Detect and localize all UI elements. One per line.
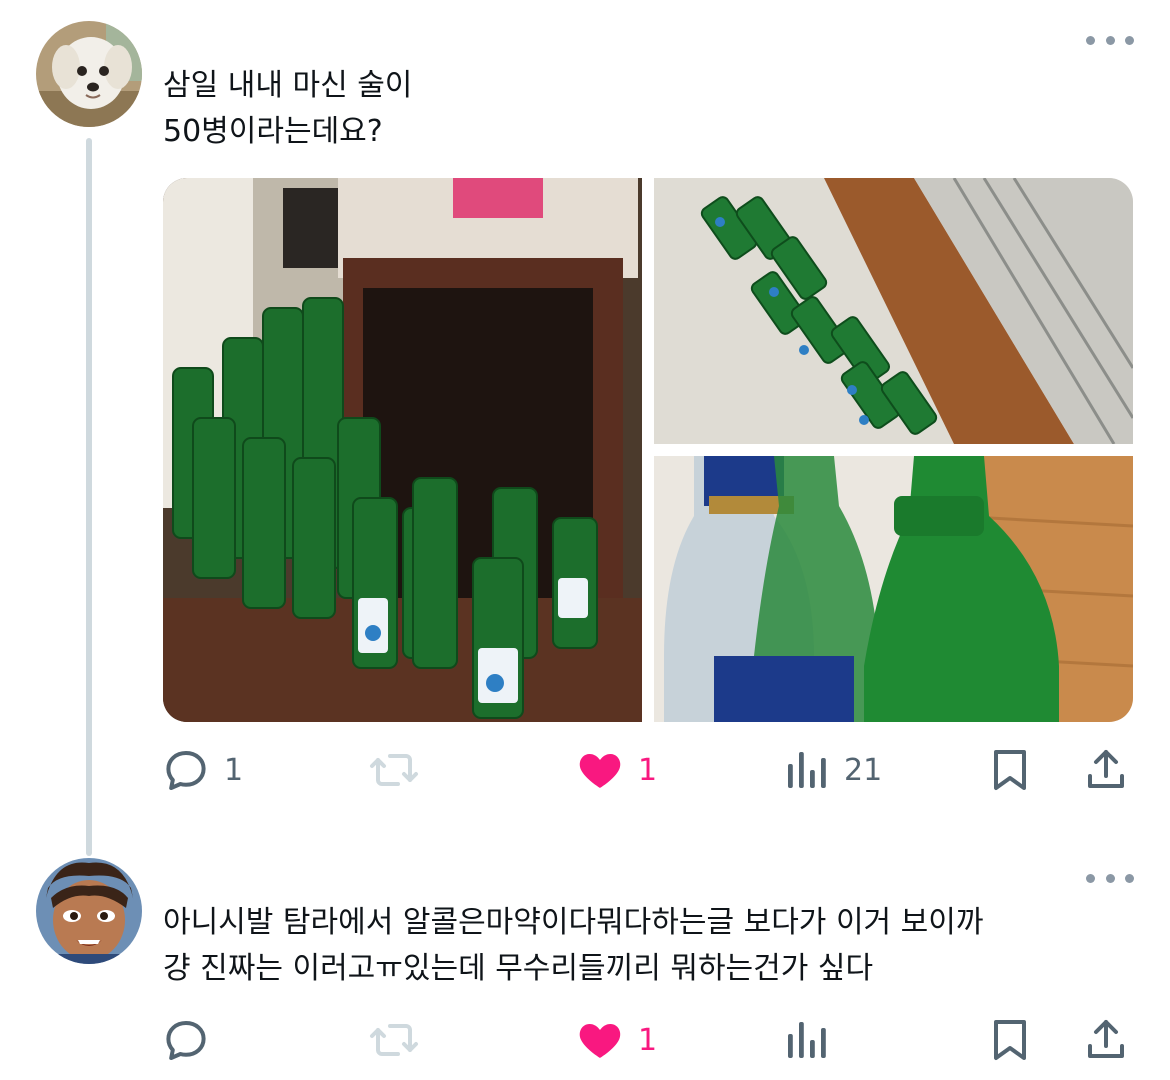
photo-bottles-on-floor[interactable] [654, 178, 1133, 444]
bookmark-button-2[interactable] [986, 1010, 1034, 1070]
avatar-dog[interactable] [36, 21, 142, 127]
views-button[interactable]: 21 [782, 740, 882, 800]
share-icon [1088, 750, 1124, 788]
tweet-text-line: 50병이라는데요? [163, 114, 383, 149]
reply-icon [166, 1021, 206, 1060]
media-grid [163, 178, 1133, 722]
photo-bottle-necks-closeup[interactable] [654, 456, 1133, 722]
more-options-button[interactable] [1086, 30, 1134, 50]
tweet-text-line: 삼일 내내 마신 술이 [163, 68, 413, 103]
tweet-text-line: 아니시발 탐라에서 알콜은마약이다뭐다하는글 보다가 이거 보이까 [163, 905, 984, 940]
views-count: 21 [844, 752, 883, 788]
heart-icon [579, 754, 621, 788]
like-button-2[interactable]: 1 [576, 1010, 657, 1070]
cartoon-avatar-image [36, 858, 142, 964]
reply-button-2[interactable] [162, 1010, 210, 1070]
share-button[interactable] [1082, 740, 1130, 800]
like-count: 1 [638, 752, 658, 788]
views-button-2[interactable] [782, 1010, 830, 1070]
more-options-button-2[interactable] [1086, 868, 1134, 888]
tweet-text-2: 아니시발 탐라에서 알콜은마약이다뭐다하는글 보다가 이거 보이까 걍 진짜는 … [163, 900, 983, 992]
dog-avatar-image [36, 21, 142, 127]
reply-icon [166, 751, 206, 790]
photo-green-bottles-table[interactable] [163, 178, 642, 722]
thread-line [86, 138, 92, 856]
like-button[interactable]: 1 [576, 740, 657, 800]
retweet-icon [370, 1024, 418, 1056]
share-icon [1088, 1020, 1124, 1058]
retweet-button [368, 740, 420, 800]
retweet-icon [370, 754, 418, 786]
reply-button[interactable]: 1 [162, 740, 243, 800]
more-icon [1086, 873, 1095, 883]
avatar-cartoon[interactable] [36, 858, 142, 964]
bookmark-icon [994, 750, 1026, 790]
like-count-2: 1 [638, 1022, 658, 1058]
bookmark-button[interactable] [986, 740, 1034, 800]
share-button-2[interactable] [1082, 1010, 1130, 1070]
more-icon [1086, 35, 1095, 45]
retweet-button-2 [368, 1010, 420, 1070]
bookmark-icon [994, 1020, 1026, 1060]
views-icon [788, 752, 826, 788]
tweet-text-line: 걍 진짜는 이러고ㅠ있는데 무수리들끼리 뭐하는건가 싶다 [163, 951, 874, 986]
reply-count: 1 [224, 752, 244, 788]
tweet-text: 삼일 내내 마신 술이 50병이라는데요? [163, 63, 412, 155]
heart-icon [579, 1024, 621, 1058]
views-icon [788, 1022, 826, 1058]
